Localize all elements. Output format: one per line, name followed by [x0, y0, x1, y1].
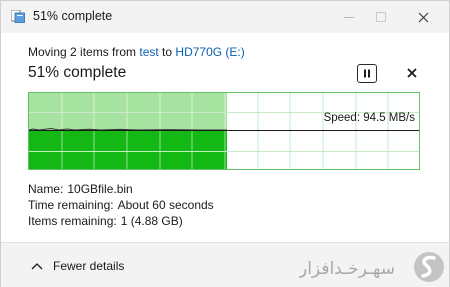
- name-value: 10GBfile.bin: [67, 182, 133, 196]
- destination-link[interactable]: HD770G (E:): [175, 45, 244, 59]
- svg-text:سهـرخـدافزار: سهـرخـدافزار: [299, 259, 395, 279]
- items-label: Items remaining:: [28, 214, 117, 228]
- close-icon: [418, 12, 428, 22]
- detail-time-remaining: Time remaining: About 60 seconds: [28, 198, 214, 212]
- source-link[interactable]: test: [139, 45, 158, 59]
- chevron-up-icon: [31, 263, 43, 270]
- pause-button[interactable]: [357, 64, 377, 83]
- moving-prefix: Moving 2 items from: [28, 45, 140, 59]
- detail-items-remaining: Items remaining: 1 (4.88 GB): [28, 214, 183, 228]
- progress-title: 51% complete: [28, 64, 127, 81]
- maximize-icon: [376, 12, 386, 22]
- pause-icon: [364, 69, 370, 78]
- speed-graph-canvas: [29, 93, 419, 169]
- maximize-button[interactable]: [361, 1, 401, 33]
- speed-label: Speed: 94.5 MB/s: [323, 112, 415, 124]
- watermark-logo: سهـرخـدافزار: [299, 252, 444, 282]
- window-close-button[interactable]: [403, 1, 443, 33]
- file-copy-dialog: 51% complete Moving 2 items from test to…: [0, 0, 450, 287]
- progress-fill-light: [29, 93, 227, 130]
- transfer-speed-graph: Speed: 94.5 MB/s: [28, 92, 420, 170]
- fewer-details-button[interactable]: Fewer details: [31, 259, 124, 273]
- minimize-icon: [344, 16, 354, 18]
- fewer-details-label: Fewer details: [53, 259, 125, 273]
- speed-area-fill: [29, 130, 227, 169]
- cancel-operation-button[interactable]: [405, 66, 419, 80]
- folder-copy-icon: [11, 10, 25, 23]
- time-label: Time remaining:: [28, 198, 114, 212]
- title-bar: 51% complete: [1, 1, 449, 33]
- to-word: to: [158, 45, 176, 59]
- operation-description: Moving 2 items from test to HD770G (E:): [28, 45, 245, 59]
- items-value: 1 (4.88 GB): [120, 214, 183, 228]
- window-title: 51% complete: [33, 9, 113, 23]
- time-value: About 60 seconds: [117, 198, 214, 212]
- dialog-footer: Fewer details سهـرخـدافزار: [1, 243, 449, 287]
- detail-name: Name: 10GBfile.bin: [28, 182, 133, 196]
- name-label: Name:: [28, 182, 64, 196]
